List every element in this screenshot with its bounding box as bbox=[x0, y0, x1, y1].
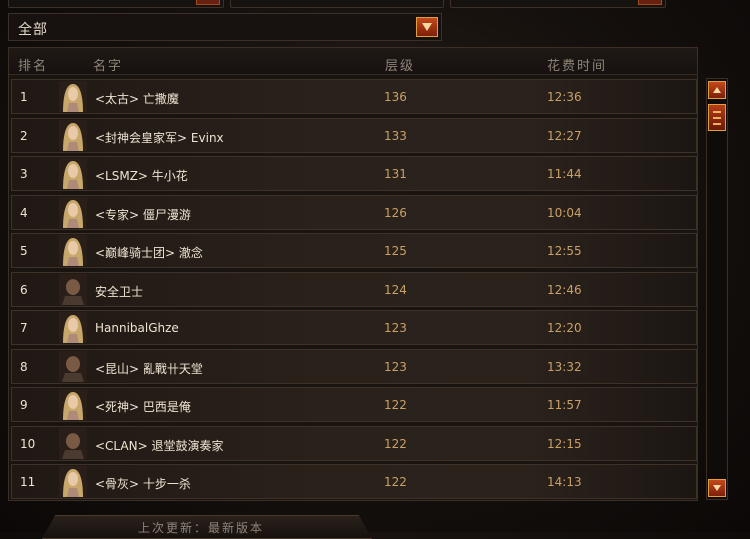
male-portrait-icon bbox=[59, 273, 87, 305]
row-tier: 131 bbox=[384, 167, 407, 181]
male-portrait-icon bbox=[59, 350, 87, 382]
female-portrait-icon bbox=[59, 312, 87, 343]
table-header: 排名 名字 层级 花费时间 bbox=[9, 48, 697, 75]
row-player-name: 安全卫士 bbox=[95, 284, 144, 299]
row-time: 12:27 bbox=[547, 128, 582, 143]
row-time: 12:55 bbox=[547, 244, 582, 258]
scroll-thumb[interactable] bbox=[708, 104, 726, 131]
top-control-middle[interactable] bbox=[230, 0, 444, 8]
male-portrait-icon bbox=[59, 427, 87, 459]
row-tier: 123 bbox=[384, 321, 407, 335]
row-player-name: <专家> 僵尸漫游 bbox=[95, 207, 191, 222]
row-tier: 136 bbox=[384, 90, 407, 104]
table-row[interactable]: 5 <巅峰骑士团> 澈念 125 12:55 bbox=[11, 233, 697, 268]
table-row[interactable]: 10 <CLAN> 退堂鼓演奏家 122 12:15 bbox=[11, 425, 697, 461]
row-rank: 3 bbox=[20, 167, 28, 181]
table-row[interactable]: 4 <专家> 僵尸漫游 126 10:04 bbox=[11, 194, 697, 230]
row-rank: 5 bbox=[20, 244, 28, 258]
top-control-left[interactable] bbox=[8, 0, 224, 8]
row-player-name: <死神> 巴西是俺 bbox=[95, 400, 191, 414]
row-time: 10:04 bbox=[547, 205, 582, 220]
row-tier: 122 bbox=[384, 398, 407, 412]
row-tier: 125 bbox=[384, 244, 407, 258]
row-player-name: <LSMZ> 牛小花 bbox=[95, 169, 188, 183]
header-rank: 排名 bbox=[18, 59, 49, 74]
chevron-down-icon bbox=[422, 23, 432, 31]
top-control-right[interactable] bbox=[450, 0, 666, 8]
row-rank: 9 bbox=[20, 398, 28, 412]
row-player-name: <巅峰骑士团> 澈念 bbox=[95, 246, 203, 260]
filter-selected-value: 全部 bbox=[18, 22, 48, 38]
female-portrait-icon bbox=[59, 389, 87, 420]
female-portrait-icon bbox=[59, 158, 87, 189]
row-rank: 10 bbox=[20, 436, 36, 451]
row-time: 12:46 bbox=[547, 282, 582, 297]
row-rank: 6 bbox=[20, 282, 28, 297]
footer: 上次更新：最新版本 bbox=[0, 505, 750, 539]
row-tier: 124 bbox=[384, 282, 407, 297]
table-row[interactable]: 9 <死神> 巴西是俺 122 11:57 bbox=[11, 387, 697, 422]
top-control-right-button[interactable] bbox=[638, 0, 662, 5]
female-portrait-icon bbox=[59, 81, 87, 112]
leaderboard-panel: 排名 名字 层级 花费时间 1 <太古> 亡撒魔 136 12:36 2 <封神会皇家军>… bbox=[8, 47, 698, 501]
female-portrait-icon bbox=[59, 196, 87, 228]
arrow-down-icon bbox=[713, 485, 721, 491]
header-name: 名字 bbox=[93, 59, 124, 74]
arrow-up-icon bbox=[713, 87, 721, 93]
row-tier: 123 bbox=[384, 359, 407, 374]
female-portrait-icon bbox=[59, 119, 87, 151]
row-player-name: <骨灰> 十步一杀 bbox=[95, 477, 191, 491]
row-player-name: <CLAN> 退堂鼓演奏家 bbox=[95, 438, 224, 453]
female-portrait-icon bbox=[59, 466, 87, 497]
row-tier: 126 bbox=[384, 205, 407, 220]
table-row[interactable]: 1 <太古> 亡撒魔 136 12:36 bbox=[11, 79, 697, 114]
table-row[interactable]: 11 <骨灰> 十步一杀 122 14:13 bbox=[11, 464, 697, 499]
row-time: 12:36 bbox=[547, 90, 582, 104]
row-time: 11:57 bbox=[547, 398, 582, 412]
row-rank: 8 bbox=[20, 359, 28, 374]
table-row[interactable]: 8 <昆山> 亂戰卄天堂 123 13:32 bbox=[11, 348, 697, 384]
row-rank: 4 bbox=[20, 205, 28, 220]
row-player-name: <太古> 亡撒魔 bbox=[95, 92, 179, 106]
scroll-up-button[interactable] bbox=[708, 81, 726, 99]
female-portrait-icon bbox=[59, 235, 87, 266]
dropdown-button[interactable] bbox=[416, 17, 438, 37]
row-player-name: <昆山> 亂戰卄天堂 bbox=[95, 361, 203, 376]
table-row[interactable]: 3 <LSMZ> 牛小花 131 11:44 bbox=[11, 156, 697, 191]
table-row[interactable]: 6 安全卫士 124 12:46 bbox=[11, 271, 697, 307]
row-time: 11:44 bbox=[547, 167, 582, 181]
table-row[interactable]: 2 <封神会皇家军> Evinx 133 12:27 bbox=[11, 117, 697, 153]
row-rank: 7 bbox=[20, 321, 28, 335]
row-rank: 2 bbox=[20, 128, 28, 143]
top-control-left-button[interactable] bbox=[196, 0, 220, 5]
filter-dropdown[interactable]: 全部 bbox=[8, 13, 442, 41]
row-tier: 122 bbox=[384, 475, 407, 489]
row-tier: 133 bbox=[384, 128, 407, 143]
row-player-name: HannibalGhze bbox=[95, 321, 179, 335]
row-time: 13:32 bbox=[547, 359, 582, 374]
row-tier: 122 bbox=[384, 436, 407, 451]
row-rank: 1 bbox=[20, 90, 28, 104]
scrollbar[interactable] bbox=[706, 78, 728, 500]
row-time: 12:15 bbox=[547, 436, 582, 451]
row-player-name: <封神会皇家军> Evinx bbox=[95, 130, 224, 145]
row-rank: 11 bbox=[20, 475, 36, 489]
table-row[interactable]: 7 HannibalGhze 123 12:20 bbox=[11, 310, 697, 345]
header-tier: 层级 bbox=[385, 59, 416, 74]
row-time: 12:20 bbox=[547, 321, 582, 335]
scroll-down-button[interactable] bbox=[708, 479, 726, 497]
footer-text: 上次更新：最新版本 bbox=[138, 521, 265, 535]
row-time: 14:13 bbox=[547, 475, 582, 489]
header-time: 花费时间 bbox=[547, 59, 608, 74]
